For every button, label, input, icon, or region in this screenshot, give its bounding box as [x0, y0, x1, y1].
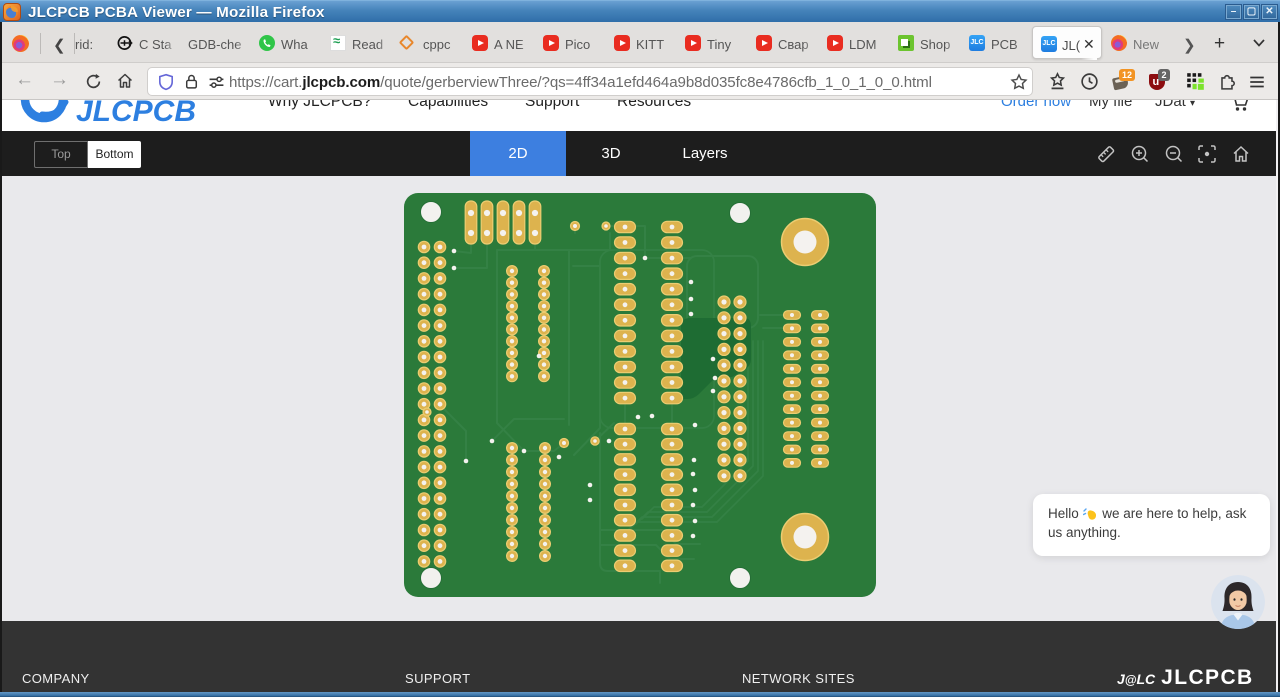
svg-text:JLCPCB: JLCPCB	[76, 100, 196, 128]
